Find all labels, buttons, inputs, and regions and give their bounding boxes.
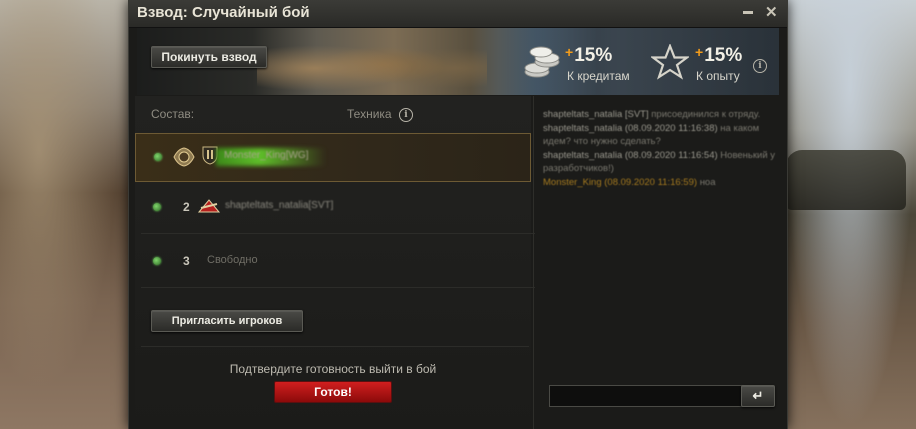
- leave-platoon-button[interactable]: Покинуть взвод: [151, 46, 267, 68]
- slot-number: 3: [183, 254, 190, 268]
- star-icon: [651, 44, 689, 80]
- chat-message: shapteltats_natalia [SVT] присоединился …: [543, 109, 761, 120]
- roster-panel: Состав: Техника i Monster_King[WG] 2 sha: [135, 96, 535, 429]
- vehicles-header: Техника: [347, 107, 392, 121]
- divider: [141, 346, 529, 347]
- chat-message: Monster_King (08.09.2020 11:16:59) ноа: [543, 176, 716, 188]
- ready-status-icon: [153, 203, 161, 211]
- roster-slot-1[interactable]: Monster_King[WG]: [135, 133, 531, 182]
- chat-input[interactable]: [549, 385, 743, 407]
- slot-number: 2: [183, 200, 190, 214]
- minimize-icon[interactable]: ▬: [743, 6, 753, 17]
- rank-badge-icon: [197, 199, 221, 213]
- roster-slot-2[interactable]: 2 shapteltats_natalia[SVT]: [141, 184, 535, 234]
- enter-icon: ↵: [752, 388, 764, 403]
- game-background-left: [0, 0, 130, 429]
- ready-status-icon: [154, 153, 162, 161]
- send-message-button[interactable]: ↵: [741, 385, 775, 407]
- bonus-info-icon[interactable]: i: [753, 59, 767, 73]
- clan-emblem-icon: [173, 147, 195, 167]
- chat-message: shapteltats_natalia (08.09.2020 11:16:54…: [543, 149, 776, 175]
- composition-header: Состав:: [151, 107, 195, 121]
- title-bar: Взвод: Случайный бой ▬ ✕: [129, 0, 787, 28]
- panel-divider: [533, 96, 534, 429]
- player-name: shapteltats_natalia[SVT]: [225, 200, 334, 211]
- window-title: Взвод: Случайный бой: [137, 4, 310, 21]
- credits-bonus-value: +15%: [565, 44, 613, 66]
- chat-message: shapteltats_natalia (08.09.2020 11:16:38…: [543, 122, 760, 148]
- invite-players-button[interactable]: Пригласить игроков: [151, 310, 303, 332]
- ready-button[interactable]: Готов!: [274, 381, 392, 403]
- xp-bonus-label: К опыту: [696, 69, 740, 83]
- ready-prompt: Подтвердите готовность выйти в бой: [229, 362, 437, 376]
- chat-log: shapteltats_natalia [SVT] присоединился …: [543, 108, 779, 368]
- game-background-right: [784, 0, 916, 429]
- close-icon[interactable]: ✕: [765, 3, 778, 21]
- credits-bonus-label: К кредитам: [567, 69, 630, 83]
- status-icon: [153, 257, 161, 265]
- platoon-window: Взвод: Случайный бой ▬ ✕ Покинуть взвод …: [128, 0, 788, 429]
- free-slot-label: Свободно: [207, 254, 258, 266]
- roster-slot-3[interactable]: 3 Свободно: [141, 238, 535, 288]
- player-name: Monster_King[WG]: [224, 150, 309, 161]
- tank-silhouette: [786, 150, 906, 210]
- coins-icon: [524, 46, 560, 78]
- vehicles-info-icon[interactable]: i: [399, 108, 413, 122]
- soldiers-artwork: [257, 28, 487, 95]
- xp-bonus-value: +15%: [695, 44, 743, 66]
